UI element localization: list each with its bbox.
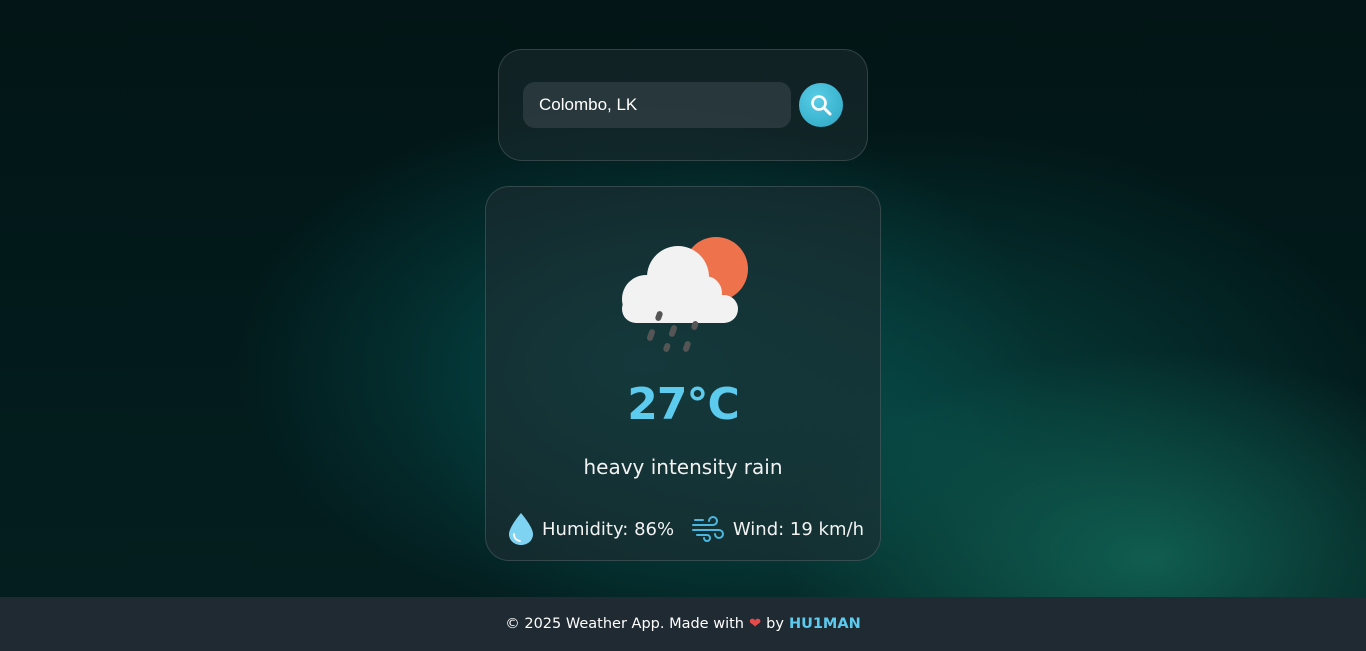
search-icon [811,95,832,116]
city-search-input[interactable] [523,82,791,128]
author-link[interactable]: HU1MAN [789,616,861,632]
wind-label: Wind: 19 km/h [732,518,864,540]
humidity-detail: Humidity: 86% [508,512,674,546]
footer-by: by [766,616,784,632]
cloud-sun-rain-icon [622,237,748,352]
footer: © 2025 Weather App. Made with ❤ by HU1MA… [0,597,1366,651]
wind-detail: Wind: 19 km/h [691,516,864,542]
wind-icon [691,516,724,542]
heart-icon: ❤ [748,616,762,632]
footer-text: © 2025 Weather App. Made with [505,616,744,632]
humidity-label: Humidity: 86% [542,518,675,540]
search-button[interactable] [799,83,843,127]
search-card [498,49,868,161]
weather-details: Humidity: 86% Wind: 19 km/h [508,511,864,547]
weather-description: heavy intensity rain [583,455,783,479]
weather-card: 27°C heavy intensity rain Humidity: 86% … [485,186,881,561]
temperature-value: 27°C [627,379,740,430]
water-drop-icon [509,513,533,545]
